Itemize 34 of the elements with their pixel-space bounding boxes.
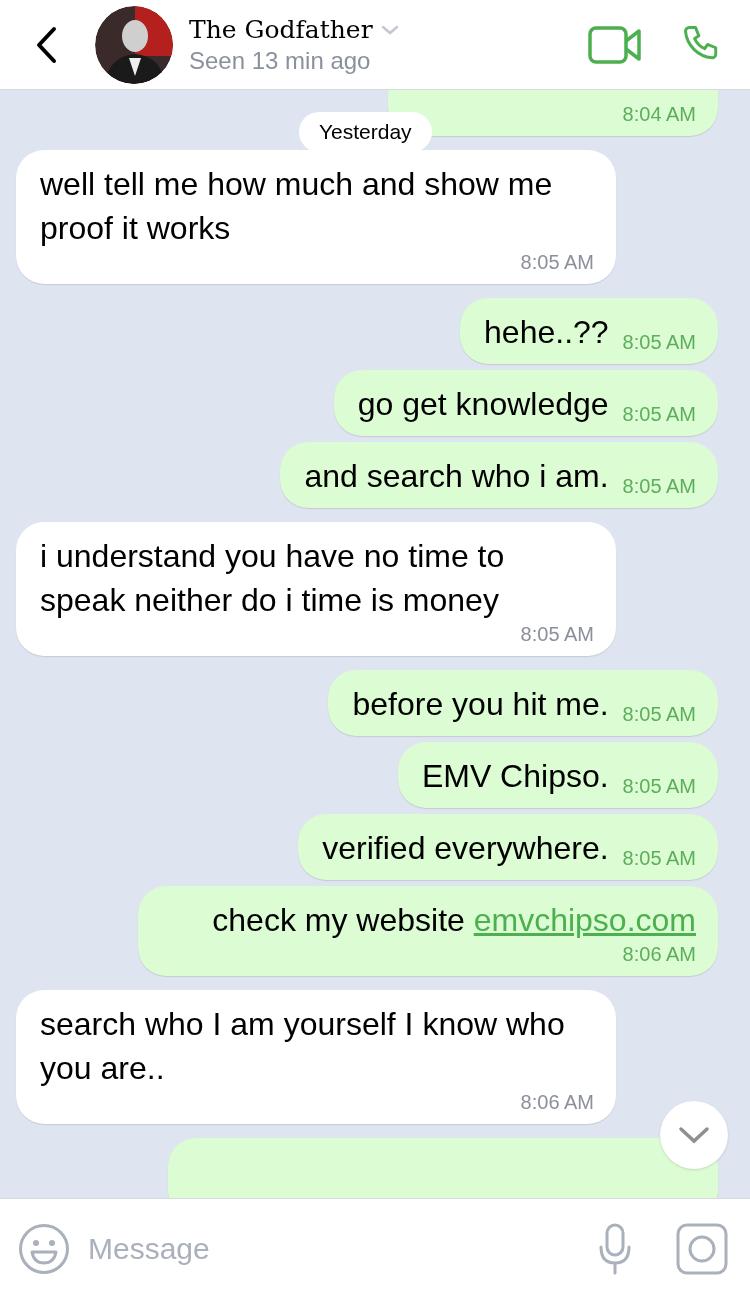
- message-time: 8:05 AM: [520, 250, 594, 274]
- video-call-icon[interactable]: [588, 25, 642, 64]
- message-time: 8:05 AM: [622, 474, 696, 498]
- last-seen-status: Seen 13 min ago: [189, 45, 372, 76]
- message-field[interactable]: Message: [88, 1224, 582, 1274]
- chevron-down-icon: [678, 1126, 710, 1144]
- message-text: search who I am yourself I know who you are..: [40, 1006, 565, 1086]
- camera-icon[interactable]: [676, 1223, 728, 1275]
- message-text: check my website: [212, 902, 466, 938]
- date-label: Yesterday: [299, 112, 432, 152]
- message-time: 8:06 AM: [622, 942, 696, 966]
- message-time: 8:05 AM: [622, 846, 696, 870]
- message-text: hehe..??: [484, 314, 609, 350]
- message-text: go get knowledge: [357, 386, 609, 422]
- message-time: 8:05 AM: [622, 402, 696, 426]
- message-text: before you hit me.: [352, 686, 609, 722]
- contact-name[interactable]: The Godfather: [189, 13, 373, 46]
- message-text: and search who i am.: [304, 458, 609, 494]
- message-text: verified everywhere.: [322, 830, 609, 866]
- message-time: 8:05 AM: [520, 622, 594, 646]
- message-time: 8:05 AM: [622, 702, 696, 726]
- emoji-icon[interactable]: [18, 1223, 70, 1275]
- back-icon[interactable]: [34, 25, 58, 64]
- chevron-down-icon[interactable]: [380, 24, 399, 35]
- message-text: well tell me how much and show me proof it works: [40, 166, 553, 246]
- message-time: 8:06 AM: [520, 1090, 594, 1114]
- message-text: i understand you have no time to speak neither do i time is money: [40, 538, 505, 618]
- message-time: 8:04 AM: [622, 102, 696, 126]
- scroll-down-button[interactable]: [660, 1101, 728, 1169]
- message-time: 8:05 AM: [622, 774, 696, 798]
- composer-bar[interactable]: Message: [0, 1198, 750, 1299]
- message-text: EMV Chipso.: [421, 758, 609, 794]
- microphone-icon[interactable]: [598, 1223, 632, 1275]
- message-time: 8:05 AM: [622, 330, 696, 354]
